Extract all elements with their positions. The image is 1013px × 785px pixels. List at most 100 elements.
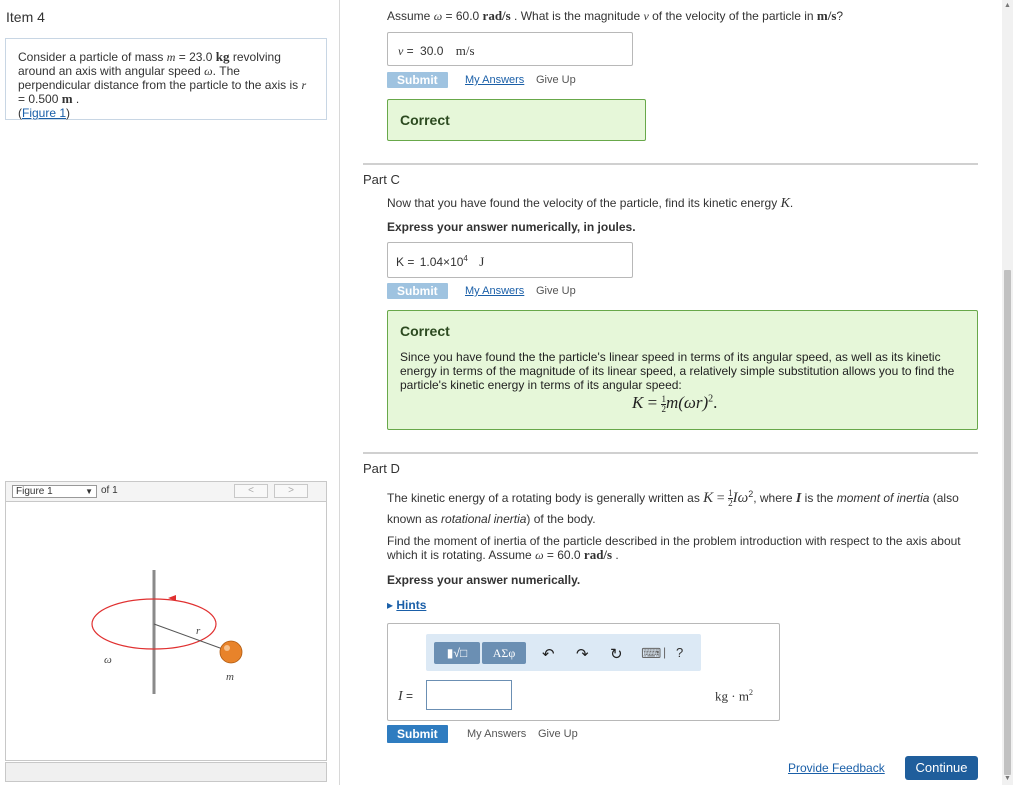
omega-symbol: ω bbox=[535, 548, 544, 562]
scroll-up-icon[interactable]: ▲ bbox=[1004, 2, 1011, 9]
correct-label: Correct bbox=[400, 323, 450, 339]
mass-unit: kg bbox=[215, 49, 230, 64]
part-c-give-up-link[interactable]: Give Up bbox=[536, 285, 576, 297]
answer-equals: = bbox=[403, 44, 418, 58]
scroll-thumb[interactable] bbox=[1004, 270, 1011, 775]
intro-text: Consider a particle of mass bbox=[18, 50, 167, 64]
scroll-down-icon[interactable]: ▼ bbox=[1004, 775, 1011, 782]
correct-label: Correct bbox=[400, 112, 450, 128]
unit-exponent: 2 bbox=[748, 688, 753, 697]
rotational-inertia-term: rotational inertia bbox=[441, 512, 527, 526]
kinetic-energy-formula: K = 1 2 m(ωr)2. bbox=[632, 393, 717, 414]
left-panel: Item 4 Consider a particle of mass m = 2… bbox=[0, 0, 340, 785]
description-text: is the bbox=[801, 491, 837, 505]
question-text: = 60.0 bbox=[442, 9, 483, 23]
omega-symbol: ω bbox=[433, 9, 443, 23]
page-scrollbar[interactable]: ▲ ▼ bbox=[1002, 0, 1013, 785]
part-c-submit-button[interactable]: Submit bbox=[387, 283, 448, 299]
question-text: ? bbox=[836, 9, 844, 23]
figure-select-value: Figure 1 bbox=[16, 486, 53, 497]
chevron-down-icon: ▼ bbox=[85, 487, 93, 496]
help-icon[interactable]: ? bbox=[676, 645, 683, 660]
part-c-correct-feedback: Correct Since you have found the the par… bbox=[387, 310, 978, 430]
figure-r-label: r bbox=[196, 625, 201, 637]
keyboard-icon[interactable]: ⌨ bbox=[641, 645, 661, 662]
provide-feedback-link[interactable]: Provide Feedback bbox=[788, 761, 885, 775]
omega-symbol: ω bbox=[737, 490, 749, 506]
part-c-my-answers-link[interactable]: My Answers bbox=[465, 285, 524, 297]
part-b-answer: v = 30.0 m/s bbox=[398, 43, 475, 59]
unit: rad/s bbox=[583, 547, 613, 562]
part-b-answer-box: v = 30.0 m/s bbox=[387, 32, 633, 66]
formula-lhs: K bbox=[632, 393, 644, 412]
answer-value: 30.0 bbox=[420, 44, 444, 58]
question-text: . What is the magnitude bbox=[510, 9, 644, 23]
undo-icon[interactable]: ↶ bbox=[542, 645, 555, 663]
radius-unit: m bbox=[61, 91, 73, 106]
problem-introduction: Consider a particle of mass m = 23.0 kg … bbox=[5, 38, 327, 120]
part-c-instruction: Express your answer numerically, in joul… bbox=[387, 220, 636, 234]
part-c-answer: K = 1.04×104 J bbox=[396, 254, 484, 270]
description-text: The kinetic energy of a rotating body is… bbox=[387, 491, 704, 505]
symbols-button[interactable]: ΑΣφ bbox=[482, 642, 526, 664]
question-text: Assume bbox=[387, 9, 434, 23]
figure-count: of 1 bbox=[101, 485, 118, 496]
description-text: , where bbox=[753, 491, 796, 505]
formula-end: . bbox=[713, 393, 718, 412]
question-text: = 60.0 bbox=[543, 548, 584, 562]
hints-link[interactable]: Hints bbox=[396, 598, 426, 612]
question-text: . bbox=[612, 548, 619, 562]
answer-variable: K bbox=[396, 255, 405, 269]
kinetic-energy-symbol: K bbox=[703, 490, 714, 506]
toolbar-separator: | bbox=[663, 645, 667, 659]
redo-icon[interactable]: ↷ bbox=[576, 645, 589, 663]
previous-figure-button[interactable]: < bbox=[234, 484, 268, 498]
part-divider bbox=[363, 163, 978, 165]
radius-symbol: r bbox=[301, 78, 307, 92]
part-c-question: Now that you have found the velocity of … bbox=[387, 196, 793, 212]
unit-dot: · bbox=[728, 688, 739, 704]
hints-toggle[interactable]: ▸ Hints bbox=[387, 598, 426, 612]
part-b-submit-button[interactable]: Submit bbox=[387, 72, 448, 88]
part-d-submit-button[interactable]: Submit bbox=[387, 725, 448, 743]
input-label: I = bbox=[398, 689, 413, 705]
radius-line bbox=[153, 623, 232, 653]
unit: rad/s bbox=[482, 8, 511, 23]
formula-body: m(ωr) bbox=[665, 393, 709, 412]
part-divider bbox=[363, 452, 978, 454]
part-d-give-up-link[interactable]: Give Up bbox=[538, 728, 578, 740]
part-b-give-up-link[interactable]: Give Up bbox=[536, 74, 576, 86]
kinetic-energy-symbol: K bbox=[780, 196, 790, 211]
figure-footer bbox=[5, 762, 327, 782]
caret-right-icon: ▸ bbox=[387, 598, 394, 612]
math-editor-toolbar: ▮√□ ΑΣφ ↶ ↷ ↻ ⌨ | ? bbox=[426, 634, 701, 671]
particle-highlight bbox=[224, 645, 230, 651]
part-b-correct-feedback: Correct bbox=[387, 99, 646, 141]
unit-kg: kg bbox=[715, 688, 728, 704]
question-text: Now that you have found the velocity of … bbox=[387, 196, 781, 210]
omega-symbol: ω bbox=[204, 64, 213, 78]
templates-button[interactable]: ▮√□ bbox=[434, 642, 480, 664]
question-text: of the velocity of the particle in bbox=[648, 9, 817, 23]
part-b-my-answers-link[interactable]: My Answers bbox=[465, 74, 524, 86]
question-text: . bbox=[789, 196, 794, 210]
part-d-my-answers-link[interactable]: My Answers bbox=[467, 728, 526, 740]
part-c-answer-box: K = 1.04×104 J bbox=[387, 242, 633, 278]
description-text: ) of the body. bbox=[526, 512, 596, 526]
figure-select[interactable]: Figure 1 ▼ bbox=[12, 485, 97, 498]
feedback-explanation: Since you have found the the particle's … bbox=[400, 350, 955, 392]
unit: m/s bbox=[816, 8, 837, 23]
unit-m: m bbox=[738, 688, 749, 704]
formula-equals: = bbox=[643, 393, 662, 412]
moment-of-inertia-input[interactable] bbox=[426, 680, 512, 710]
intro-text: . bbox=[72, 92, 80, 106]
paren: ) bbox=[66, 106, 71, 120]
figure-1-link[interactable]: Figure 1 bbox=[22, 106, 66, 120]
figure-omega-label: ω bbox=[104, 654, 112, 666]
continue-button[interactable]: Continue bbox=[905, 756, 978, 780]
next-figure-button[interactable]: > bbox=[274, 484, 308, 498]
reset-icon[interactable]: ↻ bbox=[610, 645, 623, 663]
figure-navigation-bar: Figure 1 ▼ of 1 < > bbox=[5, 481, 327, 501]
answer-mantissa: 1.04×10 bbox=[419, 255, 464, 269]
right-panel: Assume ω = 60.0 rad/s . What is the magn… bbox=[340, 0, 1000, 785]
